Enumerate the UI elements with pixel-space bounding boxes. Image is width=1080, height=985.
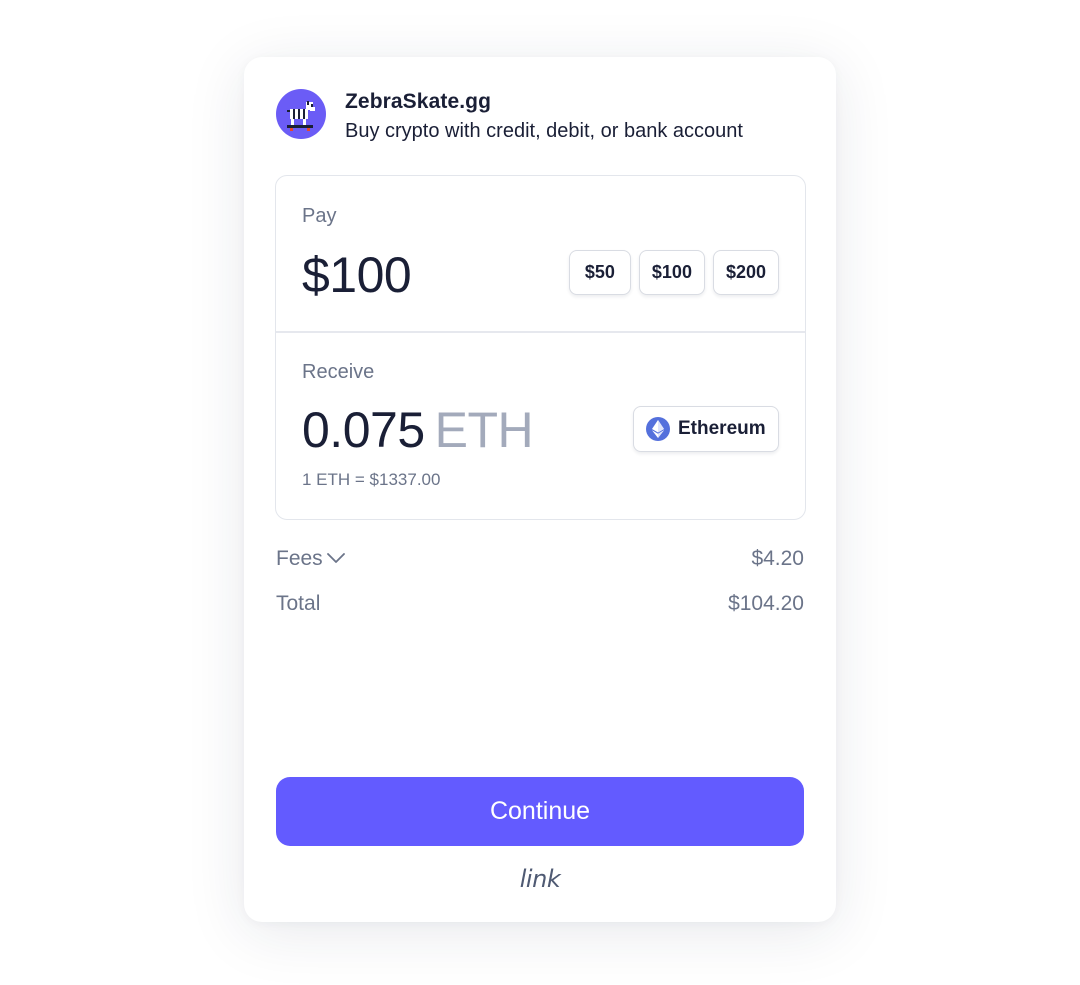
exchange-panel: Pay $100 $50 $100 $200 Receive 0.075ETH	[275, 175, 806, 520]
divider	[276, 331, 805, 333]
fees-label: Fees	[276, 547, 323, 570]
receive-amount-unit: ETH	[434, 402, 534, 458]
merchant-tagline: Buy crypto with credit, debit, or bank a…	[345, 120, 743, 142]
link-logo: link	[519, 865, 561, 893]
page: ZebraSkate.gg Buy crypto with credit, de…	[0, 0, 1080, 985]
preset-50-button[interactable]: $50	[568, 250, 631, 295]
pay-label: Pay	[302, 205, 337, 227]
pay-amount-input[interactable]: $100	[302, 246, 412, 304]
zebra-skateboard-icon	[276, 89, 326, 139]
currency-select[interactable]: Ethereum	[633, 406, 779, 452]
receive-label: Receive	[302, 361, 375, 383]
receive-amount-value: 0.075	[302, 402, 425, 458]
receive-amount: 0.075 ETH	[302, 401, 534, 459]
total-label: Total	[276, 592, 321, 615]
continue-button[interactable]: Continue	[276, 777, 804, 846]
total-value: $104.20	[728, 592, 804, 615]
fees-value: $4.20	[751, 547, 804, 570]
ethereum-icon	[646, 417, 670, 441]
currency-select-label: Ethereum	[678, 418, 766, 439]
exchange-rate: 1 ETH = $1337.00	[302, 470, 441, 489]
preset-200-button[interactable]: $200	[712, 250, 779, 295]
checkout-card: ZebraSkate.gg Buy crypto with credit, de…	[244, 57, 836, 922]
preset-100-button[interactable]: $100	[638, 250, 705, 295]
merchant-name: ZebraSkate.gg	[345, 90, 492, 113]
fees-toggle[interactable]: Fees	[276, 547, 345, 571]
chevron-down-icon	[326, 546, 345, 570]
preset-amounts: $50 $100 $200	[568, 250, 779, 295]
